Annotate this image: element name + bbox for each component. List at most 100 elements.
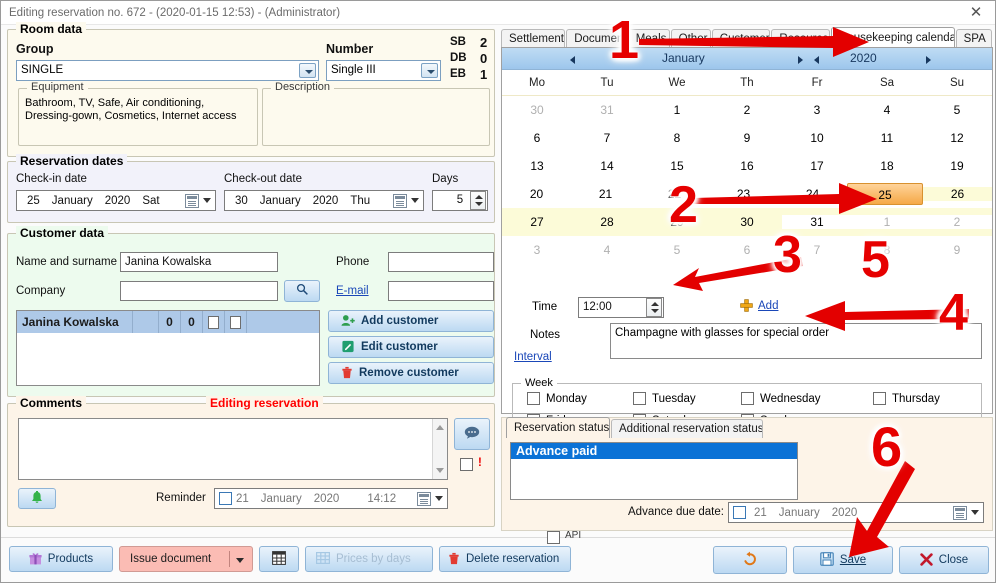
- email-input[interactable]: [388, 281, 494, 301]
- comments-textarea[interactable]: [18, 418, 448, 480]
- calendar-day[interactable]: 14: [572, 159, 642, 173]
- reminder-bell-button[interactable]: [18, 488, 56, 509]
- calendar-day[interactable]: 18: [852, 159, 922, 173]
- calendar-day[interactable]: 1: [852, 215, 922, 229]
- tab-customers[interactable]: Customers: [711, 29, 771, 48]
- calendar-day[interactable]: 19: [922, 159, 992, 173]
- calendar-day[interactable]: 1: [642, 103, 712, 117]
- calendar-day[interactable]: 21: [571, 187, 640, 201]
- company-input[interactable]: [120, 281, 278, 301]
- prices-by-days-button[interactable]: Prices by days: [305, 546, 433, 572]
- calendar-day[interactable]: 2: [712, 103, 782, 117]
- week-monday[interactable]: Monday: [527, 392, 587, 405]
- calendar-day[interactable]: 27: [502, 215, 572, 229]
- week-wednesday[interactable]: Wednesday: [741, 392, 821, 405]
- calendar-day[interactable]: 10: [782, 131, 852, 145]
- comments-scrollbar[interactable]: [432, 419, 447, 479]
- calendar-day[interactable]: 22: [640, 187, 709, 201]
- calendar-day[interactable]: 30: [502, 103, 572, 117]
- tab-resources[interactable]: Resources: [771, 29, 831, 48]
- calendar-day[interactable]: 3: [502, 243, 572, 257]
- chevron-down-icon[interactable]: [971, 510, 979, 515]
- calendar-day[interactable]: 23: [709, 187, 778, 201]
- tuesday-checkbox[interactable]: [633, 392, 646, 405]
- customer-list[interactable]: Janina Kowalska 0 0: [16, 310, 320, 386]
- tab-documents[interactable]: Documents: [566, 29, 627, 48]
- calendar-day-selected[interactable]: 25: [847, 183, 923, 205]
- tab-housekeeping-calendar[interactable]: Housekeeping calendar: [831, 27, 955, 48]
- tab-settlement[interactable]: Settlement: [501, 29, 566, 48]
- calendar-day[interactable]: 2: [922, 215, 992, 229]
- api-checkbox[interactable]: [547, 531, 560, 544]
- undo-button[interactable]: [713, 546, 787, 574]
- calendar-icon[interactable]: [417, 492, 431, 506]
- checkout-date-field[interactable]: 30 January 2020 Thu: [224, 190, 424, 211]
- advance-due-date-field[interactable]: 21 January 2020: [728, 502, 984, 523]
- customer-row-check2[interactable]: [225, 311, 247, 333]
- calendar-day[interactable]: 4: [572, 243, 642, 257]
- next-month-icon[interactable]: [798, 56, 803, 64]
- thursday-checkbox[interactable]: [873, 392, 886, 405]
- email-link[interactable]: E-mail: [336, 285, 369, 297]
- calendar-day[interactable]: 3: [782, 103, 852, 117]
- calendar-icon[interactable]: [185, 194, 199, 208]
- prev-month-icon[interactable]: [570, 56, 575, 64]
- monday-checkbox[interactable]: [527, 392, 540, 405]
- calendar-day[interactable]: 13: [502, 159, 572, 173]
- tab-meals[interactable]: Meals: [627, 29, 670, 48]
- reminder-date-field[interactable]: 21 January 2020 14:12: [214, 488, 448, 509]
- reminder-enabled-checkbox[interactable]: [219, 492, 232, 505]
- chevron-down-icon[interactable]: [203, 198, 211, 203]
- advance-due-checkbox[interactable]: [733, 506, 746, 519]
- calendar-day[interactable]: 4: [852, 103, 922, 117]
- tab-other[interactable]: Other: [670, 29, 711, 48]
- calendar-day[interactable]: 7: [782, 243, 852, 257]
- comments-chat-button[interactable]: [454, 418, 490, 450]
- calendar-day[interactable]: 11: [852, 131, 922, 145]
- calendar-day[interactable]: 28: [572, 215, 642, 229]
- phone-input[interactable]: [388, 252, 494, 272]
- issue-document-button[interactable]: Issue document: [119, 546, 253, 572]
- name-surname-input[interactable]: Janina Kowalska: [120, 252, 278, 272]
- calendar-day[interactable]: 6: [712, 243, 782, 257]
- next-year-icon[interactable]: [926, 56, 931, 64]
- scroll-down-icon[interactable]: [436, 468, 444, 473]
- chevron-down-icon[interactable]: [435, 496, 443, 501]
- calendar-icon[interactable]: [953, 506, 967, 520]
- tab-reservation-status[interactable]: Reservation status: [506, 417, 610, 438]
- calendar-day[interactable]: 15: [642, 159, 712, 173]
- days-stepper[interactable]: [470, 191, 486, 210]
- close-button[interactable]: Close: [899, 546, 989, 574]
- calendar-day[interactable]: 7: [572, 131, 642, 145]
- chevron-down-icon[interactable]: [411, 198, 419, 203]
- scroll-up-icon[interactable]: [436, 425, 444, 430]
- tab-additional-reservation-status[interactable]: Additional reservation status: [611, 419, 763, 438]
- calendar-day[interactable]: 12: [922, 131, 992, 145]
- customer-row-check1[interactable]: [203, 311, 225, 333]
- calendar-day[interactable]: 8: [642, 131, 712, 145]
- comments-important-checkbox[interactable]: [460, 458, 473, 471]
- calendar-day[interactable]: 16: [712, 159, 782, 173]
- calendar-day[interactable]: 5: [642, 243, 712, 257]
- status-list[interactable]: Advance paid: [510, 442, 798, 500]
- week-tuesday[interactable]: Tuesday: [633, 392, 696, 405]
- chevron-down-icon[interactable]: [421, 63, 438, 78]
- notes-textarea[interactable]: Champagne with glasses for special order: [610, 323, 982, 359]
- calendar-icon[interactable]: [393, 194, 407, 208]
- window-close-icon[interactable]: ✕: [963, 3, 989, 23]
- calendar-day[interactable]: 8: [852, 243, 922, 257]
- delete-reservation-button[interactable]: Delete reservation: [439, 546, 571, 572]
- time-stepper[interactable]: [646, 298, 662, 317]
- calendar-day[interactable]: 6: [502, 131, 572, 145]
- calendar-day[interactable]: 31: [782, 215, 852, 229]
- save-button[interactable]: Save: [793, 546, 893, 574]
- edit-customer-button[interactable]: Edit customer: [328, 336, 494, 358]
- calendar-day[interactable]: 29: [642, 215, 712, 229]
- interval-link[interactable]: Interval: [514, 351, 552, 363]
- calendar-day[interactable]: 5: [922, 103, 992, 117]
- checkin-date-field[interactable]: 25 January 2020 Sat: [16, 190, 216, 211]
- status-selected-item[interactable]: Advance paid: [511, 443, 797, 459]
- calculator-grid-button[interactable]: [259, 546, 299, 572]
- remove-customer-button[interactable]: Remove customer: [328, 362, 494, 384]
- calendar-day[interactable]: 31: [572, 103, 642, 117]
